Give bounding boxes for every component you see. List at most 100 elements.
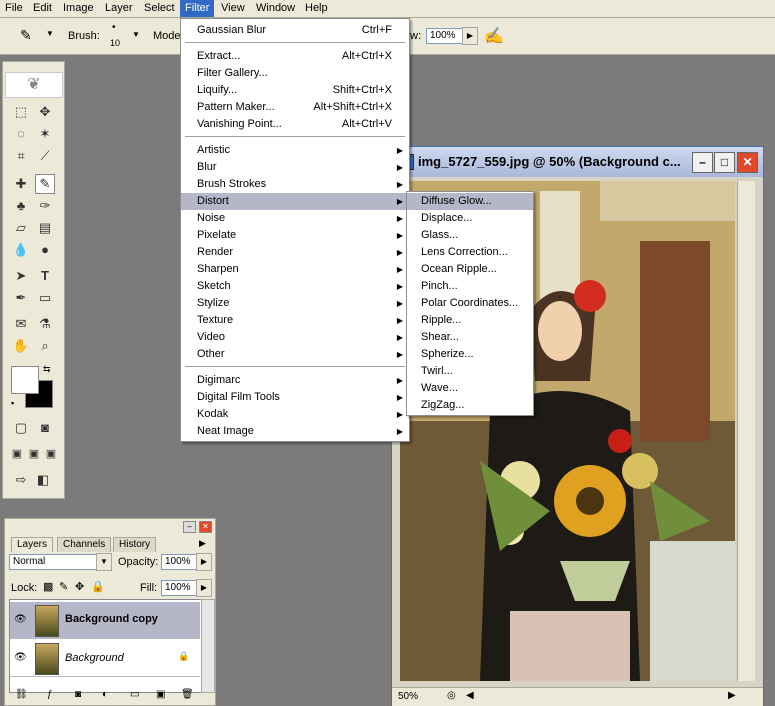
vertical-scrollbar[interactable]: [737, 181, 755, 681]
blend-mode-dropdown-icon[interactable]: ▼: [96, 553, 112, 571]
menu-item-neat-image[interactable]: Neat Image ▶: [181, 423, 409, 440]
submenu-item-pinch[interactable]: Pinch...: [407, 278, 533, 295]
path-selection-tool-icon[interactable]: ➤: [11, 266, 31, 286]
layer-mask-icon[interactable]: ◙: [75, 689, 81, 700]
brush-tool-icon[interactable]: ✎: [20, 27, 32, 44]
menu-item-extract[interactable]: Extract... Alt+Ctrl+X: [181, 48, 409, 65]
foreground-color-swatch-front[interactable]: [11, 366, 39, 394]
menu-layer[interactable]: Layer: [100, 0, 138, 17]
lock-transparent-icon[interactable]: ▩: [43, 580, 53, 593]
healing-brush-tool-icon[interactable]: ✚: [11, 174, 31, 194]
hand-tool-icon[interactable]: ✋: [11, 336, 31, 356]
eraser-tool-icon[interactable]: ▱: [11, 218, 31, 238]
layer-style-icon[interactable]: ƒ: [47, 689, 53, 700]
type-tool-icon[interactable]: T: [35, 266, 55, 286]
tab-channels[interactable]: Channels: [57, 537, 112, 552]
document-title-bar[interactable]: img_5727_559.jpg @ 50% (Background c... …: [392, 147, 763, 177]
submenu-item-spherize[interactable]: Spherize...: [407, 346, 533, 363]
menu-item-gaussian-blur[interactable]: Gaussian Blur Ctrl+F: [181, 22, 409, 39]
layers-scrollbar[interactable]: [201, 599, 215, 693]
minimize-window-icon[interactable]: –: [692, 152, 713, 173]
dodge-tool-icon[interactable]: ●: [35, 240, 55, 260]
submenu-item-diffuse-glow[interactable]: Diffuse Glow...: [407, 193, 533, 210]
rectangle-tool-icon[interactable]: ▭: [35, 288, 55, 308]
flow-input[interactable]: 100%: [426, 28, 464, 44]
lasso-tool-icon[interactable]: ◌: [11, 124, 31, 144]
menu-item-brush-strokes[interactable]: Brush Strokes ▶: [181, 176, 409, 193]
menu-item-sketch[interactable]: Sketch ▶: [181, 278, 409, 295]
default-colors-icon[interactable]: ▪: [11, 398, 14, 408]
maximize-window-icon[interactable]: □: [714, 152, 735, 173]
panel-minimize-icon[interactable]: –: [183, 521, 196, 533]
menu-filter[interactable]: Filter: [180, 0, 215, 17]
zoom-tool-icon[interactable]: ⌕: [35, 336, 55, 356]
menu-item-vanishing-point[interactable]: Vanishing Point... Alt+Ctrl+V: [181, 116, 409, 133]
slice-tool-icon[interactable]: ⟋: [35, 146, 55, 166]
quick-mask-mode-icon[interactable]: ◙: [35, 418, 55, 438]
visibility-eye-icon[interactable]: 👁: [14, 652, 27, 663]
menu-window[interactable]: Window: [251, 0, 300, 17]
feather-logo-icon[interactable]: ❦: [5, 72, 63, 98]
submenu-item-twirl[interactable]: Twirl...: [407, 363, 533, 380]
menu-item-digital-film-tools[interactable]: Digital Film Tools ▶: [181, 389, 409, 406]
menu-item-pattern-maker[interactable]: Pattern Maker... Alt+Shift+Ctrl+X: [181, 99, 409, 116]
submenu-item-ocean-ripple[interactable]: Ocean Ripple...: [407, 261, 533, 278]
brush-dropdown-icon[interactable]: ▼: [132, 30, 140, 39]
brush-preview-icon[interactable]: •: [112, 22, 116, 33]
new-group-icon[interactable]: ▭: [130, 689, 139, 700]
jump-to-imageready-icon[interactable]: ⇨: [11, 470, 31, 490]
submenu-item-ripple[interactable]: Ripple...: [407, 312, 533, 329]
opacity-input[interactable]: 100%: [161, 554, 197, 570]
eyedropper-tool-icon[interactable]: ⚗: [35, 314, 55, 334]
crop-tool-icon[interactable]: ⌗: [11, 146, 31, 166]
swap-colors-icon[interactable]: ⇆: [43, 364, 51, 375]
panel-menu-icon[interactable]: ▶: [199, 538, 206, 549]
menu-item-artistic[interactable]: Artistic ▶: [181, 142, 409, 159]
standard-mode-icon[interactable]: ▢: [11, 418, 31, 438]
adjustment-layer-icon[interactable]: ◐: [102, 689, 108, 700]
menu-help[interactable]: Help: [300, 0, 333, 17]
tab-layers[interactable]: Layers: [11, 537, 54, 552]
menu-view[interactable]: View: [216, 0, 250, 17]
screen-mode-full-icon[interactable]: ▣: [41, 444, 61, 464]
submenu-item-lens-correction[interactable]: Lens Correction...: [407, 244, 533, 261]
menu-item-pixelate[interactable]: Pixelate ▶: [181, 227, 409, 244]
tool-preset-dropdown-icon[interactable]: ▼: [46, 29, 54, 38]
magic-wand-tool-icon[interactable]: ✶: [35, 124, 55, 144]
menu-item-noise[interactable]: Noise ▶: [181, 210, 409, 227]
flow-dropdown-icon[interactable]: ▶: [462, 27, 478, 45]
menu-item-kodak[interactable]: Kodak ▶: [181, 406, 409, 423]
menu-item-blur[interactable]: Blur ▶: [181, 159, 409, 176]
delete-layer-icon[interactable]: 🗑: [181, 689, 194, 700]
submenu-item-polar-coordinates[interactable]: Polar Coordinates...: [407, 295, 533, 312]
status-info-icon[interactable]: ◎: [447, 690, 456, 701]
gradient-tool-icon[interactable]: ▤: [35, 218, 55, 238]
blur-tool-icon[interactable]: 💧: [11, 240, 31, 260]
layer-row-background[interactable]: 👁 Background 🔒: [10, 640, 200, 677]
lock-position-icon[interactable]: ✥: [75, 580, 84, 593]
menu-item-sharpen[interactable]: Sharpen ▶: [181, 261, 409, 278]
menu-item-filter-gallery[interactable]: Filter Gallery...: [181, 65, 409, 82]
clone-stamp-tool-icon[interactable]: ♣: [11, 196, 31, 216]
zoom-level[interactable]: 50%: [398, 691, 418, 702]
submenu-item-displace[interactable]: Displace...: [407, 210, 533, 227]
menu-item-video[interactable]: Video ▶: [181, 329, 409, 346]
notes-tool-icon[interactable]: ✉: [11, 314, 31, 334]
menu-edit[interactable]: Edit: [28, 0, 57, 17]
opacity-slider-icon[interactable]: ▶: [196, 553, 212, 571]
menu-item-texture[interactable]: Texture ▶: [181, 312, 409, 329]
submenu-item-wave[interactable]: Wave...: [407, 380, 533, 397]
link-layers-icon[interactable]: ⛓: [15, 689, 28, 700]
pen-tool-icon[interactable]: ✒: [11, 288, 31, 308]
fill-input[interactable]: 100%: [161, 580, 197, 596]
fill-slider-icon[interactable]: ▶: [196, 579, 212, 597]
menu-file[interactable]: File: [0, 0, 28, 17]
menu-item-render[interactable]: Render ▶: [181, 244, 409, 261]
menu-select[interactable]: Select: [139, 0, 180, 17]
menu-item-liquify[interactable]: Liquify... Shift+Ctrl+X: [181, 82, 409, 99]
lock-image-icon[interactable]: ✎: [59, 580, 68, 593]
submenu-item-glass[interactable]: Glass...: [407, 227, 533, 244]
move-tool-icon[interactable]: ✥: [35, 102, 55, 122]
status-scroll-left-icon[interactable]: ◀: [466, 690, 474, 701]
menu-item-digimarc[interactable]: Digimarc ▶: [181, 372, 409, 389]
